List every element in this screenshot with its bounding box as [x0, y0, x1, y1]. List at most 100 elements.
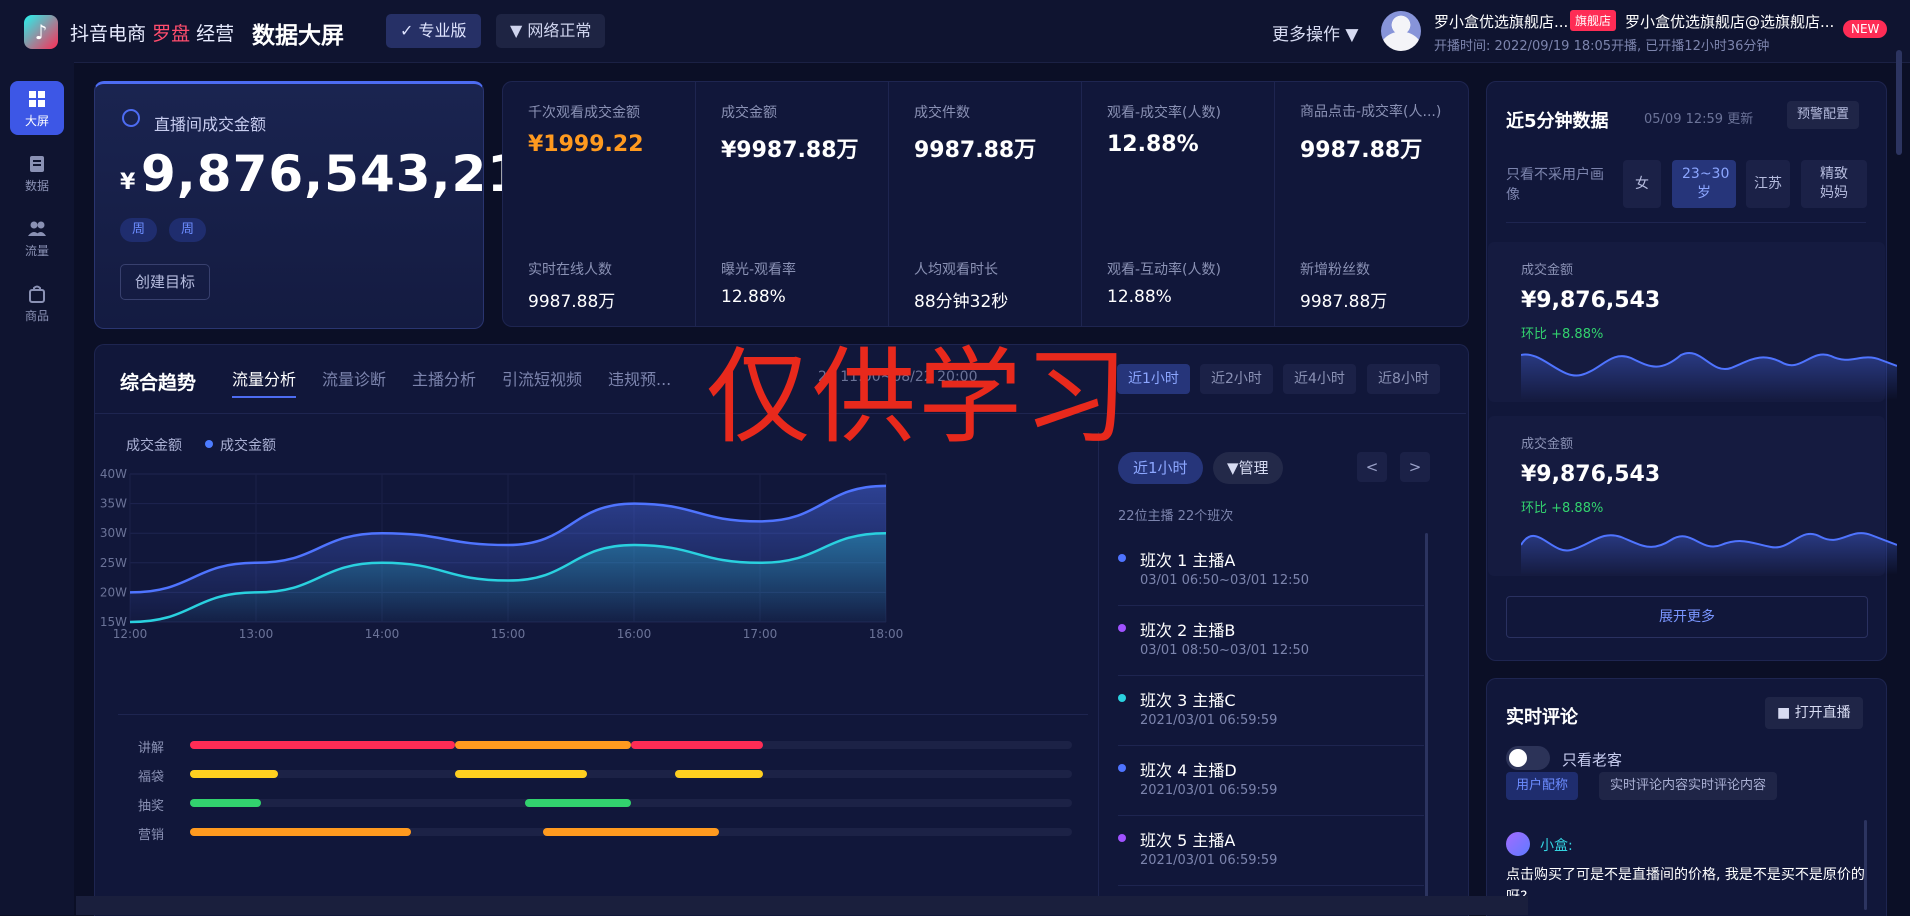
y-tick-label: 25W	[100, 556, 127, 570]
range-2h-button[interactable]: 近2小时	[1200, 364, 1273, 394]
app-title: 抖音电商 罗盘 经营	[70, 23, 235, 45]
shift-title: 班次 2 主播B	[1140, 621, 1236, 640]
y-tick-label: 35W	[100, 497, 127, 511]
mini-stat-value: ¥9,876,543	[1521, 288, 1661, 313]
triangle-down-icon: ▼	[510, 21, 528, 40]
chart-legend-title: 成交金额	[126, 438, 182, 454]
prev-button[interactable]: <	[1357, 452, 1387, 482]
timeline-row-label: 福袋	[138, 770, 165, 785]
recent-title: 近5分钟数据	[1506, 111, 1609, 132]
filter-age-23-30[interactable]: 23~30岁	[1672, 160, 1736, 208]
shift-item[interactable]: 班次 3 主播C 2021/03/01 06:59:59	[1118, 675, 1424, 746]
metric-view-conversion: 观看-成交率(人数) 12.88%	[1107, 105, 1221, 157]
metric-new-followers: 新增粉丝数 9987.88万	[1300, 262, 1388, 312]
user-tag[interactable]: 用户配称	[1506, 772, 1579, 800]
timeline-segment[interactable]	[190, 741, 455, 749]
period-tag[interactable]: 周	[169, 218, 207, 242]
shift-dot	[1118, 694, 1126, 702]
x-tick-label: 14:00	[365, 627, 400, 641]
timeline-row-label: 营销	[138, 828, 165, 843]
range-4h-button[interactable]: 近4小时	[1283, 364, 1356, 394]
sidebar-item-data[interactable]: 数据	[10, 146, 64, 200]
tab-short-video[interactable]: 引流短视频	[502, 366, 582, 390]
divider	[1506, 222, 1866, 223]
mini-sparkline	[1521, 352, 1897, 400]
toggle-knob[interactable]	[1509, 749, 1527, 767]
shift-item[interactable]: 班次 4 主播D 2021/03/01 06:59:59	[1118, 745, 1424, 816]
sidebar-item-products[interactable]: 商品	[10, 276, 64, 330]
timeline-segment[interactable]	[190, 828, 411, 836]
shop-account[interactable]: 罗小盒优选旗舰店@选旗舰店...	[1625, 11, 1834, 32]
shift-dot	[1118, 624, 1126, 632]
timeline-segment[interactable]	[631, 741, 764, 749]
expand-more-button[interactable]: 展开更多	[1506, 596, 1868, 638]
old-customers-label: 只看老客	[1562, 751, 1623, 769]
range-8h-button[interactable]: 近8小时	[1367, 364, 1440, 394]
trend-area-chart: 15W20W25W30W35W40W12:00 13:00 14:00 15:00 16…	[100, 467, 904, 641]
legend-dot	[205, 440, 213, 448]
sidebar-item-traffic[interactable]: 流量	[10, 211, 64, 265]
triangle-down-icon: ▼	[1345, 25, 1359, 45]
filter-refined-mom[interactable]: 精致妈妈	[1801, 160, 1867, 208]
timeline-segment[interactable]	[525, 799, 631, 807]
metric-click-conversion: 商品点击-成交率(人...) 9987.88万	[1300, 104, 1442, 163]
shift-title: 班次 1 主播A	[1140, 551, 1236, 570]
open-live-button[interactable]: ■ 打开直播	[1765, 697, 1863, 729]
timeline-segment[interactable]	[542, 828, 720, 836]
timeline-track	[190, 770, 1072, 778]
tab-traffic-analysis[interactable]: 流量分析	[232, 366, 297, 398]
x-tick-label: 17:00	[743, 627, 778, 641]
sidebar-item-dashboard[interactable]: 大屏	[10, 81, 64, 135]
y-tick-label: 30W	[100, 526, 127, 540]
shift-item[interactable]: 班次 5 主播A 2021/03/01 06:59:59	[1118, 815, 1424, 886]
more-operations-dropdown[interactable]: 更多操作 ▼	[1272, 20, 1358, 45]
comment-text: 点击购买了可是不是直播间的价格, 我是不是买不是原价的呀?	[1506, 867, 1865, 905]
timeline-track	[190, 799, 1072, 807]
right-scrollbar[interactable]	[1896, 50, 1902, 155]
timeline-segment[interactable]	[190, 799, 261, 807]
shop-name: 罗小盒优选旗舰店...	[1434, 13, 1569, 31]
next-button[interactable]: >	[1400, 452, 1430, 482]
comment-content-tag[interactable]: 实时评论内容实时评论内容	[1599, 772, 1778, 800]
shift-list-scrollbar[interactable]	[1425, 533, 1428, 903]
filter-label: 只看不采用户画像	[1506, 167, 1604, 203]
timeline-segment[interactable]	[675, 770, 764, 778]
timeline-segment[interactable]	[454, 770, 587, 778]
period-tag[interactable]: 周	[120, 218, 158, 242]
mini-stat-ratio: 环比 +8.88%	[1521, 501, 1604, 516]
shift-time: 2021/03/01 06:59:59	[1140, 783, 1278, 798]
y-tick-label: 20W	[100, 585, 127, 599]
tab-anchor-analysis[interactable]: 主播分析	[412, 366, 476, 390]
shift-summary: 22位主播 22个班次	[1118, 509, 1234, 524]
filter-jiangsu[interactable]: 江苏	[1746, 160, 1790, 208]
network-status-dropdown[interactable]: ▼ 网络正常	[496, 14, 606, 48]
horizontal-scrollbar[interactable]	[76, 896, 1528, 915]
shift-item[interactable]: 班次 1 主播A 03/01 06:50~03/01 12:50	[1118, 535, 1424, 606]
chart-legend-series: 成交金额	[220, 438, 276, 454]
x-tick-label: 12:00	[113, 627, 148, 641]
shift-dot	[1118, 554, 1126, 562]
metric-exposure-rate: 曝光-观看率 12.88%	[721, 262, 797, 307]
shift-time: 2021/03/01 06:59:59	[1140, 853, 1278, 868]
x-tick-label: 16:00	[617, 627, 652, 641]
commenter-name: 小盒:	[1540, 838, 1573, 854]
create-goal-button[interactable]: 创建目标	[120, 264, 211, 300]
commenter-avatar	[1506, 832, 1530, 856]
pro-version-button[interactable]: ✓ 专业版	[386, 14, 481, 48]
timeline-segment[interactable]	[190, 770, 279, 778]
shift-item[interactable]: 班次 2 主播B 03/01 08:50~03/01 12:50	[1118, 605, 1424, 676]
x-tick-label: 18:00	[869, 627, 904, 641]
alert-config-button[interactable]: 预警配置	[1787, 101, 1860, 129]
manage-dropdown[interactable]: ▼管理	[1213, 452, 1283, 484]
avatar[interactable]	[1381, 11, 1421, 51]
shift-dot	[1118, 834, 1126, 842]
comments-scrollbar[interactable]	[1864, 820, 1867, 910]
metric-online-users: 实时在线人数 9987.88万	[528, 262, 616, 312]
filter-female[interactable]: 女	[1623, 160, 1661, 208]
tab-violation-warning[interactable]: 违规预...	[608, 366, 671, 390]
comments-title: 实时评论	[1506, 707, 1578, 728]
shift-range-1h-button[interactable]: 近1小时	[1118, 452, 1203, 484]
divider	[118, 714, 1088, 715]
tab-traffic-diagnosis[interactable]: 流量诊断	[322, 366, 386, 390]
timeline-segment[interactable]	[454, 741, 631, 749]
